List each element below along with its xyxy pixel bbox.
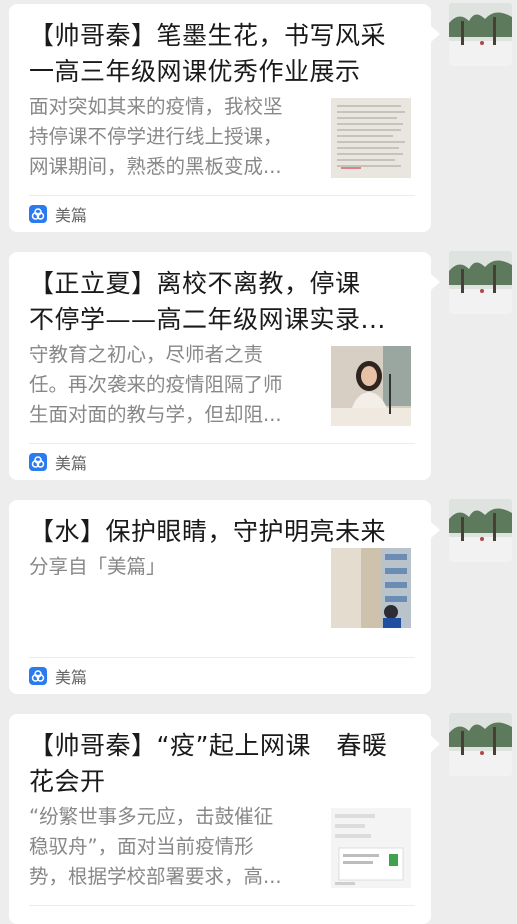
- meipian-logo-icon: [29, 205, 47, 223]
- article-card-1[interactable]: 【帅哥秦】笔墨生花，书写风采 一高三年级网课优秀作业展示 面对突如其来的疫情，我…: [9, 4, 440, 232]
- sender-avatar[interactable]: [449, 499, 512, 562]
- card-divider: [29, 657, 415, 658]
- article-card-2[interactable]: 【正立夏】离校不离教，停课 不停学——高二年级网课实录... 守教育之初心，尽师…: [9, 252, 440, 480]
- summary-line: 面对突如其来的疫情，我校坚: [29, 95, 283, 118]
- article-source: 美篇: [29, 203, 87, 225]
- summary-line: 稳驭舟”，面对当前疫情形: [29, 835, 254, 858]
- article-summary: 面对突如其来的疫情，我校坚 持停课不停学进行线上授课， 网课期间，熟悉的黑板变成…: [29, 92, 319, 182]
- title-line: 花会开: [29, 767, 106, 796]
- card-divider: [29, 195, 415, 196]
- article-source: 美篇: [29, 451, 87, 473]
- article-title: 【水】保护眼睛，守护明亮未来: [29, 514, 415, 550]
- meipian-logo-icon: [29, 453, 47, 471]
- summary-line: 网课期间，熟悉的黑板变成...: [29, 155, 282, 178]
- summary-line: “纷繁世事多元应，击鼓催征: [29, 805, 274, 828]
- source-label: 美篇: [55, 668, 88, 687]
- sender-avatar[interactable]: [449, 251, 512, 314]
- summary-line: 势，根据学校部署要求，高...: [29, 865, 282, 888]
- summary-line: 分享自「美篇」: [29, 555, 166, 578]
- article-source: 美篇: [29, 665, 87, 687]
- title-line: 不停学——高二年级网课实录...: [29, 305, 386, 334]
- article-title: 【帅哥秦】“疫”起上网课 春暖 花会开: [29, 728, 415, 800]
- source-label: 美篇: [55, 454, 88, 473]
- summary-line: 任。再次袭来的疫情阻隔了师: [29, 373, 283, 396]
- article-summary: “纷繁世事多元应，击鼓催征 稳驭舟”，面对当前疫情形 势，根据学校部署要求，高.…: [29, 802, 319, 892]
- article-title: 【正立夏】离校不离教，停课 不停学——高二年级网课实录...: [29, 266, 415, 338]
- summary-line: 生面对面的教与学，但却阻...: [29, 403, 282, 426]
- article-thumbnail: [331, 98, 411, 178]
- article-card-4[interactable]: 【帅哥秦】“疫”起上网课 春暖 花会开 “纷繁世事多元应，击鼓催征 稳驭舟”，面…: [9, 714, 440, 924]
- summary-line: 守教育之初心，尽师者之责: [29, 343, 264, 366]
- article-summary: 分享自「美篇」: [29, 552, 319, 582]
- article-card-3[interactable]: 【水】保护眼睛，守护明亮未来 分享自「美篇」 美篇: [9, 500, 440, 694]
- article-summary: 守教育之初心，尽师者之责 任。再次袭来的疫情阻隔了师 生面对面的教与学，但却阻.…: [29, 340, 319, 430]
- sender-avatar[interactable]: [449, 3, 512, 66]
- article-thumbnail: [331, 808, 411, 888]
- card-divider: [29, 443, 415, 444]
- sender-avatar[interactable]: [449, 713, 512, 776]
- meipian-logo-icon: [29, 667, 47, 685]
- title-line: 【水】保护眼睛，守护明亮未来: [29, 517, 387, 546]
- title-line: 【正立夏】离校不离教，停课: [29, 269, 361, 298]
- title-line: 【帅哥秦】“疫”起上网课 春暖: [29, 731, 388, 760]
- article-thumbnail: [331, 548, 411, 628]
- card-divider: [29, 905, 415, 906]
- article-thumbnail: [331, 346, 411, 426]
- title-line: 一高三年级网课优秀作业展示: [29, 57, 361, 86]
- summary-line: 持停课不停学进行线上授课，: [29, 125, 283, 148]
- article-title: 【帅哥秦】笔墨生花，书写风采 一高三年级网课优秀作业展示: [29, 18, 415, 90]
- source-label: 美篇: [55, 206, 88, 225]
- title-line: 【帅哥秦】笔墨生花，书写风采: [29, 21, 387, 50]
